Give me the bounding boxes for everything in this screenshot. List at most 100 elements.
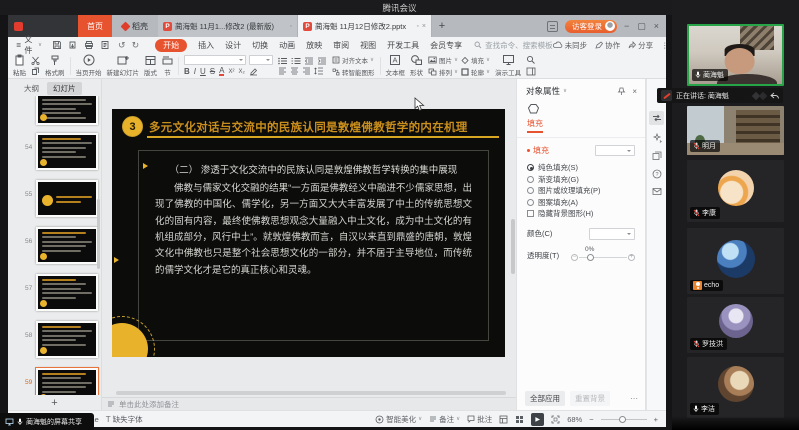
reset-background-button[interactable]: 重置背景 [570,391,610,406]
slider-plus[interactable]: + [628,254,635,261]
reply-arrow-icon[interactable] [770,92,779,100]
color-dropdown[interactable] [589,228,635,240]
bold-button[interactable]: B [184,67,190,76]
doc-tab-1[interactable]: P 蔺海魁 11月1...修改2 (最新版) ◦ [158,15,298,37]
tab-pin-icon[interactable]: ◦ [290,23,292,30]
indent-decrease-icon[interactable] [304,57,314,65]
menu-tab-animation[interactable]: 动画 [279,40,295,51]
pin-icon[interactable] [617,87,626,96]
menu-tab-design[interactable]: 设计 [225,40,241,51]
command-search[interactable]: 查找命令、搜索模板 [474,40,553,51]
help-icon[interactable]: ? [652,169,662,179]
grid-view-icon[interactable] [515,415,524,424]
shapes-button[interactable]: 形状 [410,54,423,77]
zoom-out-button[interactable]: − [589,415,593,424]
bullet-list-icon[interactable] [278,57,288,65]
normal-view-icon[interactable] [499,415,508,424]
font-color-button[interactable]: A [219,67,224,76]
cut-icon[interactable] [31,56,40,65]
paste-button[interactable]: 粘贴 [13,54,26,77]
zoom-slider-thumb[interactable] [619,416,626,423]
panel-more-icon[interactable]: ⋯ [630,394,639,403]
video-tile-speaking[interactable]: 蔺海魁 [687,24,784,86]
sync-status[interactable]: 未同步 [553,40,588,51]
arrange-button[interactable]: 排列∨ [428,67,458,77]
menu-tab-view[interactable]: 视图 [360,40,376,51]
fill-button[interactable]: 填充∨ [461,55,490,65]
outline-button[interactable]: 轮廓∨ [461,67,490,77]
tab-close-icon[interactable]: × [422,23,426,30]
superscript-button[interactable]: X² [228,69,234,75]
align-right-icon[interactable] [302,67,311,75]
notes-button[interactable]: 备注∨ [429,414,460,425]
line-spacing-icon[interactable] [314,67,324,75]
task-pane-icon[interactable] [526,67,536,76]
fit-window-icon[interactable] [551,415,560,424]
missing-fonts-button[interactable]: T 缺失字体 [106,414,143,425]
panel-tab-fill[interactable]: 填充 [527,118,543,133]
duplicate-slide-icon[interactable] [652,151,662,161]
slide-thumbnail[interactable]: 56 [8,223,101,270]
new-tab-button[interactable]: + [432,15,452,37]
italic-button[interactable]: I [194,67,196,76]
option-solid-fill[interactable]: 纯色填充(S) [527,162,635,174]
save-icon[interactable] [52,40,62,50]
slide-thumbnail[interactable]: 57 [8,270,101,317]
video-tile[interactable]: 李洁 [687,357,784,418]
slide-textbox[interactable]: （二） 渗透于文化交流中的民族认同是敦煌佛教哲学转换的集中展现 佛教与儒家文化交… [138,150,489,341]
menu-tab-transition[interactable]: 切换 [252,40,268,51]
slide-title[interactable]: 多元文化对话与交流中的民族认同是敦煌佛教哲学的内在机理 [149,119,499,135]
convert-smartart-button[interactable]: 转智能图形 [332,67,375,77]
tab-home[interactable]: 首页 [78,15,112,37]
video-tile[interactable]: echo [687,228,784,294]
add-slide-button[interactable]: + [8,396,101,410]
menu-tab-insert[interactable]: 插入 [198,40,214,51]
find-icon[interactable] [526,55,536,65]
video-tile[interactable]: 明月 [687,106,784,155]
play-from-current-button[interactable]: 当页开始 [76,54,102,77]
strike-button[interactable]: S [210,67,215,76]
preview-icon[interactable] [100,40,110,50]
option-hide-background[interactable]: 隐藏背景图形(H) [527,208,635,220]
align-center-icon[interactable] [290,67,299,75]
zoom-slider[interactable] [601,419,647,420]
collaborate-button[interactable]: 协作 [595,40,620,51]
smart-beautify-button[interactable]: 智能美化∨ [375,414,422,425]
font-size-select[interactable] [249,55,273,65]
slide-thumbnail[interactable]: 54 [8,129,101,176]
guest-login-button[interactable]: 访客登录 [565,20,617,33]
slide-thumbnail[interactable]: 55 [8,176,101,223]
menu-tab-home[interactable]: 开始 [155,39,187,52]
export-icon[interactable] [68,40,78,50]
font-name-select[interactable] [184,55,246,65]
transparency-slider[interactable]: 0% − + [571,248,635,264]
layout-button[interactable]: 版式 [144,55,157,77]
share-button[interactable]: 分享 [628,40,653,51]
menu-tab-slideshow[interactable]: 放映 [306,40,322,51]
slide-canvas[interactable]: 3 多元文化对话与交流中的民族认同是敦煌佛教哲学的内在机理 （二） 渗透于文化交… [102,79,516,390]
tab-docer[interactable]: 稻壳 [112,15,158,37]
indent-increase-icon[interactable] [317,57,327,65]
beautify-wand-icon[interactable] [652,133,662,143]
highlight-icon[interactable] [249,67,258,76]
slider-thumb[interactable] [587,254,594,261]
new-slide-button[interactable]: 新建幻灯片 [107,55,140,77]
slide-thumbnail[interactable]: 58 [8,317,101,364]
slide-thumbnail[interactable] [8,96,101,129]
thumbnail-scrollbar[interactable] [97,199,100,269]
video-tile[interactable]: 罗技洪 [687,297,784,353]
format-painter-button[interactable]: 格式刷 [45,55,65,77]
underline-button[interactable]: U [200,67,206,76]
subscript-button[interactable]: X₂ [238,69,244,75]
number-list-icon[interactable] [291,57,301,65]
slideshow-play-button[interactable]: ▶ [531,413,544,426]
fill-type-dropdown[interactable] [595,145,635,156]
textbox-button[interactable]: A 文本框 [386,54,406,77]
zoom-level[interactable]: 68% [567,415,582,424]
tab-outline[interactable]: 大纲 [18,82,45,95]
canvas-vertical-scrollbar[interactable] [511,219,515,274]
option-pattern-fill[interactable]: 图案填充(A) [527,197,635,209]
wps-restore-button[interactable]: ▢ [637,21,646,32]
doc-tab-2-active[interactable]: P 蔺海魁 11月12日修改2.pptx ◦ × [298,15,432,37]
comments-button[interactable]: 批注 [467,414,492,425]
